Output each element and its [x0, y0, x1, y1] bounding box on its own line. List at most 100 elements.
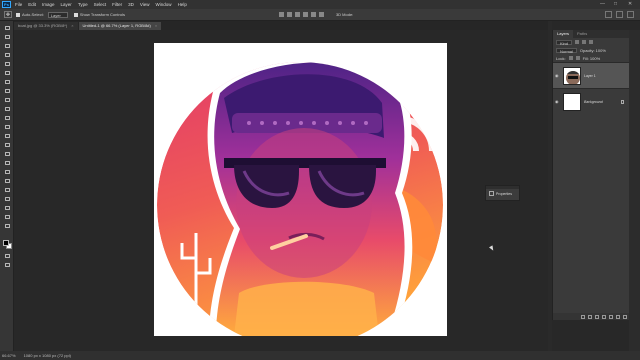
layer-row-background[interactable]: ◉ Background — [553, 88, 629, 114]
workspace-icon[interactable] — [616, 11, 623, 18]
filter-pixel-icon[interactable] — [575, 40, 580, 44]
canvas-workspace[interactable] — [14, 30, 548, 351]
close-button[interactable]: ✕ — [628, 1, 632, 7]
lock-label: Lock: — [556, 55, 566, 61]
artwork — [157, 62, 443, 336]
clone-stamp-icon[interactable] — [3, 115, 11, 121]
tab-close-icon[interactable]: × — [71, 22, 73, 30]
layer-row-layer-1[interactable]: ◉ Layer 1 — [553, 62, 629, 88]
add-mask-icon[interactable] — [595, 314, 599, 319]
align-middle-icon[interactable] — [310, 12, 316, 17]
menu-window[interactable]: Window — [156, 2, 172, 7]
blend-row: Normal Opacity: 100% — [553, 46, 629, 54]
type-tool-icon[interactable] — [3, 178, 11, 184]
menu-image[interactable]: Image — [42, 2, 55, 7]
pen-tool-icon[interactable] — [3, 169, 11, 175]
gradient-tool-icon[interactable] — [3, 142, 11, 148]
filter-row: Kind — [553, 38, 629, 46]
visibility-eye-icon[interactable]: ◉ — [555, 99, 560, 104]
layer-name[interactable]: Background — [584, 100, 603, 104]
tab-paths[interactable]: Paths — [573, 30, 591, 38]
menu-layer[interactable]: Layer — [61, 2, 72, 7]
layer-style-icon[interactable] — [588, 314, 592, 319]
opacity-field[interactable]: Opacity: 100% — [580, 48, 606, 53]
brush-tool-icon[interactable] — [3, 106, 11, 112]
fill-field[interactable]: Fill: 100% — [583, 56, 601, 61]
align-center-icon[interactable] — [286, 12, 292, 17]
new-layer-icon[interactable] — [616, 314, 620, 319]
foreground-color-swatch[interactable] — [3, 240, 9, 246]
menu-filter[interactable]: Filter — [112, 2, 122, 7]
layer-name[interactable]: Layer 1 — [584, 74, 596, 78]
menu-file[interactable]: File — [15, 2, 22, 7]
artboard-tool-icon[interactable] — [3, 34, 11, 40]
healing-brush-icon[interactable] — [3, 97, 11, 103]
quick-mask-icon[interactable] — [3, 253, 11, 259]
dodge-tool-icon[interactable] — [3, 160, 11, 166]
properties-icon — [489, 191, 494, 196]
menu-type[interactable]: Type — [78, 2, 88, 7]
filter-type-icon[interactable] — [589, 40, 594, 44]
tab-label: Untitled-1 @ 66.7% (Layer 1, RGB/8#) — [82, 23, 151, 28]
new-group-icon[interactable] — [609, 314, 613, 319]
eraser-tool-icon[interactable] — [3, 133, 11, 139]
document-info[interactable]: 1080 px x 1080 px (72 ppi) — [24, 351, 71, 360]
shape-tool-icon[interactable] — [3, 196, 11, 202]
move-tool-preset-icon[interactable]: ✥ — [4, 11, 12, 18]
transform-controls-checkbox[interactable] — [73, 12, 78, 17]
filter-adjustment-icon[interactable] — [582, 40, 587, 44]
document-tabs: boat.jpg @ 33.3% (RGB/8*) × Untitled-1 @… — [14, 21, 548, 30]
screen-mode-icon[interactable] — [3, 262, 11, 268]
lock-position-icon[interactable] — [575, 56, 580, 60]
frame-tool-icon[interactable] — [3, 79, 11, 85]
blur-tool-icon[interactable] — [3, 151, 11, 157]
align-top-icon[interactable] — [302, 12, 308, 17]
search-icon[interactable] — [605, 11, 612, 18]
visibility-eye-icon[interactable]: ◉ — [555, 73, 560, 78]
align-bottom-icon[interactable] — [318, 12, 324, 17]
delete-layer-icon[interactable] — [623, 314, 627, 319]
menu-help[interactable]: Help — [178, 2, 187, 7]
lock-pixels-icon[interactable] — [568, 56, 573, 60]
more-tools-icon[interactable] — [3, 223, 11, 229]
adjustment-layer-icon[interactable] — [602, 314, 606, 319]
document-canvas[interactable] — [154, 43, 447, 336]
maximize-button[interactable]: □ — [614, 1, 617, 7]
move-tool-icon[interactable] — [3, 25, 11, 31]
layers-panel: Layers Paths Kind Normal Opacity: 100% L… — [552, 30, 630, 320]
quick-select-tool-icon[interactable] — [3, 61, 11, 67]
link-layers-icon[interactable] — [581, 314, 585, 319]
history-brush-icon[interactable] — [3, 124, 11, 130]
blend-mode-dropdown[interactable]: Normal — [556, 47, 577, 54]
properties-panel-collapsed[interactable]: Properties — [485, 185, 520, 201]
eyedropper-tool-icon[interactable] — [3, 88, 11, 94]
auto-select-dropdown[interactable]: Layer — [47, 11, 68, 18]
tab-label: boat.jpg @ 33.3% (RGB/8*) — [18, 23, 68, 28]
menu-3d[interactable]: 3D — [128, 2, 134, 7]
kind-filter-dropdown[interactable]: Kind — [556, 39, 573, 46]
options-bar: ✥ Auto-Select: Layer Show Transform Cont… — [0, 9, 640, 21]
tab-layers[interactable]: Layers — [553, 30, 574, 38]
right-panel-rail — [629, 30, 640, 351]
share-icon[interactable] — [627, 11, 634, 18]
tab-untitled-1[interactable]: Untitled-1 @ 66.7% (Layer 1, RGB/8#) × — [78, 22, 162, 30]
zoom-tool-icon[interactable] — [3, 214, 11, 220]
hand-tool-icon[interactable] — [3, 205, 11, 211]
menu-select[interactable]: Select — [94, 2, 107, 7]
path-select-tool-icon[interactable] — [3, 187, 11, 193]
align-right-icon[interactable] — [294, 12, 300, 17]
align-left-icon[interactable] — [278, 12, 284, 17]
auto-select-label: Auto-Select: — [22, 12, 44, 17]
tab-boat[interactable]: boat.jpg @ 33.3% (RGB/8*) × — [14, 22, 78, 30]
minimize-button[interactable]: — — [600, 1, 605, 7]
menu-view[interactable]: View — [140, 2, 150, 7]
menu-edit[interactable]: Edit — [28, 2, 36, 7]
tab-close-icon[interactable]: × — [155, 22, 157, 30]
crop-tool-icon[interactable] — [3, 70, 11, 76]
zoom-level[interactable]: 66.67% — [2, 351, 16, 360]
status-bar: 66.67% 1080 px x 1080 px (72 ppi) — [0, 351, 640, 360]
transform-controls-label: Show Transform Controls — [79, 12, 125, 17]
marquee-tool-icon[interactable] — [3, 43, 11, 49]
auto-select-checkbox[interactable] — [16, 12, 20, 17]
lasso-tool-icon[interactable] — [3, 52, 11, 58]
